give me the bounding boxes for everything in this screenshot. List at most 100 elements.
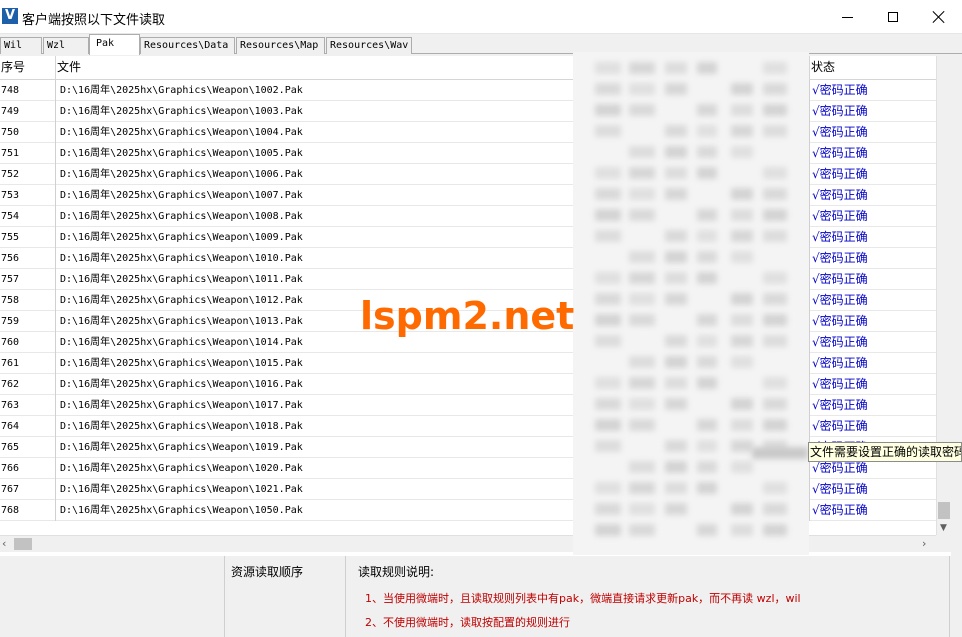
tab-resources-map[interactable]: Resources\Map	[236, 37, 325, 54]
redaction-block	[629, 209, 655, 221]
redaction-block	[697, 440, 717, 452]
redaction-block	[697, 482, 717, 494]
row-number: 765	[0, 437, 56, 458]
redaction-block	[697, 125, 717, 137]
redaction-block	[731, 251, 753, 263]
redaction-block	[629, 104, 655, 116]
redaction-block	[595, 398, 621, 410]
redaction-block	[731, 293, 753, 305]
redaction-block	[595, 314, 621, 326]
column-header-status[interactable]: 状态	[810, 56, 936, 80]
maximize-button[interactable]	[870, 0, 916, 34]
vertical-scroll-thumb[interactable]	[938, 502, 950, 519]
redaction-block	[763, 230, 787, 242]
tab-pak[interactable]: Pak	[89, 34, 140, 55]
redaction-block	[595, 524, 621, 536]
redaction-block	[697, 335, 717, 347]
redaction-block	[697, 104, 717, 116]
row-number: 751	[0, 143, 56, 164]
redaction-block	[629, 356, 655, 368]
redaction-block	[763, 293, 787, 305]
row-status: √密码正确	[812, 167, 868, 181]
redaction-block	[595, 482, 621, 494]
redaction-block	[731, 125, 753, 137]
row-status: √密码正确	[812, 272, 868, 286]
redaction-block	[595, 377, 621, 389]
row-status: √密码正确	[812, 188, 868, 202]
redaction-block	[731, 440, 753, 452]
redaction-block	[629, 524, 655, 536]
scroll-left-icon[interactable]: ‹	[2, 538, 6, 550]
redaction-block	[629, 482, 655, 494]
close-button[interactable]	[916, 0, 962, 34]
watermark: lspm2.net	[360, 294, 575, 338]
redaction-block	[697, 377, 717, 389]
redaction-block	[629, 272, 655, 284]
redaction-block	[595, 293, 621, 305]
horizontal-scroll-thumb[interactable]	[14, 538, 32, 550]
redacted-tooltip-region	[752, 447, 808, 459]
redaction-block	[629, 188, 655, 200]
redaction-block	[665, 398, 687, 410]
redaction-block	[595, 209, 621, 221]
redaction-block	[595, 335, 621, 347]
row-status: √密码正确	[812, 125, 868, 139]
redaction-block	[731, 146, 753, 158]
row-status: √密码正确	[812, 251, 868, 265]
tab-wil[interactable]: Wil	[0, 37, 42, 54]
tab-strip: Wil Wzl Pak Resources\Data Resources\Map…	[0, 34, 962, 55]
redaction-block	[595, 167, 621, 179]
scroll-right-icon[interactable]: ›	[922, 538, 926, 550]
redaction-block	[665, 167, 687, 179]
redaction-block	[763, 419, 787, 431]
tab-resources-wav[interactable]: Resources\Wav	[326, 37, 412, 54]
redaction-block	[595, 230, 621, 242]
redaction-block	[629, 419, 655, 431]
redaction-block	[763, 62, 787, 74]
row-number: 752	[0, 164, 56, 185]
redaction-block	[665, 440, 687, 452]
row-number: 761	[0, 353, 56, 374]
vertical-scrollbar[interactable]: ▼	[936, 56, 951, 535]
row-number: 766	[0, 458, 56, 479]
redaction-block	[731, 314, 753, 326]
row-number: 762	[0, 374, 56, 395]
redaction-block	[763, 188, 787, 200]
window-title: 客户端按照以下文件读取	[22, 13, 166, 28]
scroll-down-icon[interactable]: ▼	[940, 523, 947, 533]
row-status: √密码正确	[812, 209, 868, 223]
title-bar: V 客户端按照以下文件读取	[0, 0, 962, 34]
redaction-block	[629, 461, 655, 473]
read-order-panel: 资源读取顺序	[226, 556, 346, 637]
redaction-block	[697, 251, 717, 263]
row-status: √密码正确	[812, 356, 868, 370]
redaction-block	[629, 314, 655, 326]
row-number: 759	[0, 311, 56, 332]
tab-wzl[interactable]: Wzl	[43, 37, 89, 54]
redaction-block	[665, 482, 687, 494]
redaction-block	[731, 188, 753, 200]
redaction-block	[731, 335, 753, 347]
minimize-button[interactable]	[824, 0, 870, 34]
redaction-block	[763, 503, 787, 515]
tab-resources-data[interactable]: Resources\Data	[140, 37, 235, 54]
column-header-number[interactable]: 序号	[0, 56, 56, 80]
redaction-block	[763, 167, 787, 179]
redaction-block	[629, 251, 655, 263]
close-icon	[933, 11, 945, 23]
read-rules-title: 读取规则说明:	[358, 565, 435, 579]
redaction-block	[665, 461, 687, 473]
redaction-block	[595, 272, 621, 284]
redaction-block	[629, 146, 655, 158]
row-status: √密码正确	[812, 146, 868, 160]
redaction-block	[595, 188, 621, 200]
redaction-block	[697, 272, 717, 284]
row-number: 760	[0, 332, 56, 353]
row-number: 756	[0, 248, 56, 269]
redaction-block	[697, 524, 717, 536]
row-status: √密码正确	[812, 482, 868, 496]
rule-line-1: 1、当使用微端时，且读取规则列表中有pak，微端直接请求更新pak，而不再读 w…	[365, 592, 801, 605]
row-status: √密码正确	[812, 377, 868, 391]
redaction-block	[697, 461, 717, 473]
bottom-panel: 资源读取顺序 读取规则说明: 1、当使用微端时，且读取规则列表中有pak，微端直…	[0, 556, 962, 637]
